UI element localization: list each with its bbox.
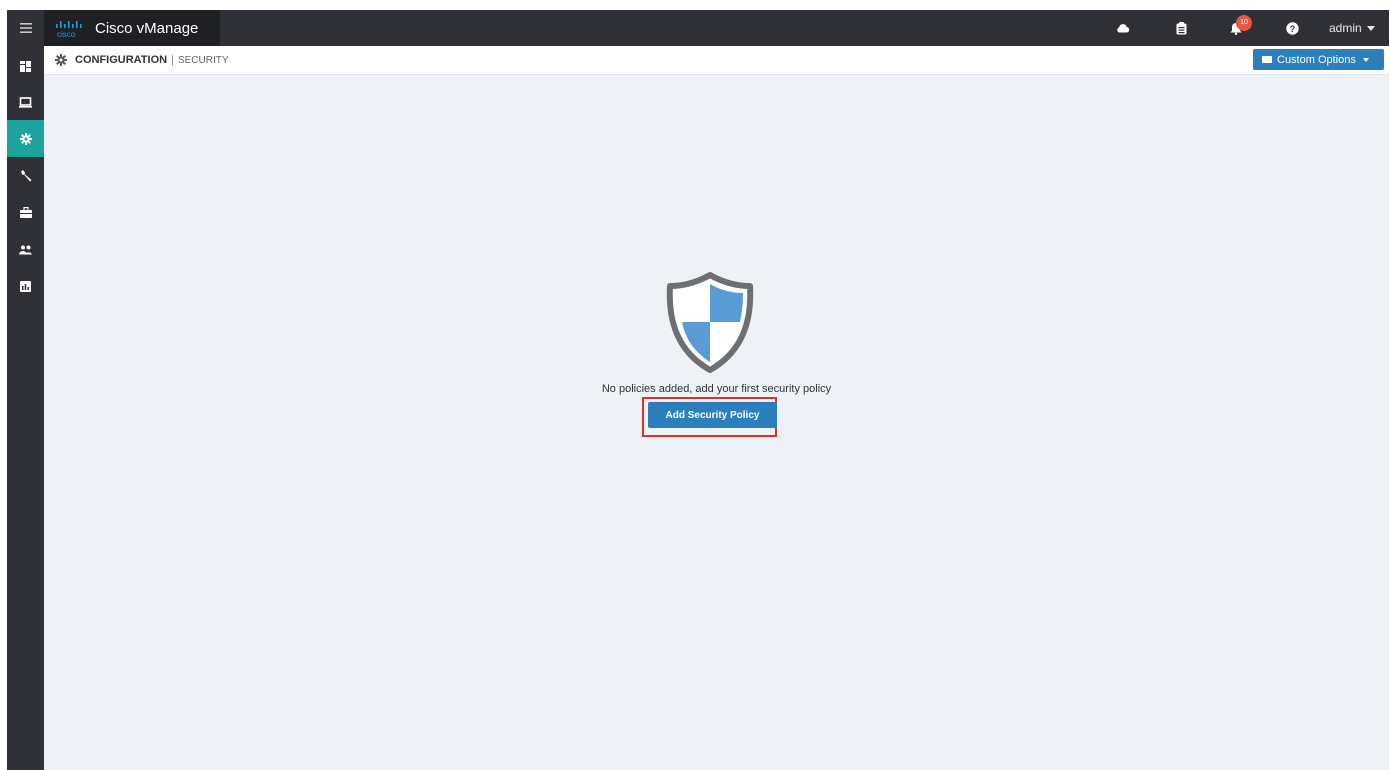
sidebar-item-administration[interactable] — [7, 231, 44, 268]
svg-text:cisco: cisco — [57, 30, 76, 39]
sidebar-item-tools[interactable] — [7, 157, 44, 194]
help-button[interactable]: ? — [1277, 10, 1307, 46]
menu-toggle-button[interactable] — [7, 10, 44, 46]
sidebar-item-monitor[interactable] — [7, 84, 44, 121]
gear-icon — [55, 54, 67, 66]
help-icon: ? — [1285, 21, 1299, 35]
wrench-icon — [20, 169, 31, 181]
sidebar-item-configuration[interactable] — [7, 120, 44, 157]
chevron-down-icon — [1366, 25, 1375, 31]
sidebar-item-maintenance[interactable] — [7, 194, 44, 231]
list-icon — [1262, 56, 1272, 63]
sidebar-item-analytics[interactable] — [7, 268, 44, 305]
top-bar: cisco Cisco vManage 10 ? admin — [7, 10, 1389, 46]
page-title: SECURITY — [177, 54, 229, 66]
breadcrumb: CONFIGURATION | SECURITY — [55, 46, 229, 74]
alarm-count-badge: 10 — [1236, 15, 1252, 31]
alarms-button[interactable]: 10 — [1221, 10, 1252, 46]
users-icon — [19, 245, 32, 254]
brand[interactable]: cisco Cisco vManage — [44, 10, 220, 46]
page-header: CONFIGURATION | SECURITY Custom Options — [44, 46, 1389, 75]
custom-options-button[interactable]: Custom Options — [1253, 49, 1384, 70]
app-title: Cisco vManage — [95, 19, 199, 37]
monitor-icon — [19, 97, 32, 108]
sidebar-item-dashboard[interactable] — [7, 48, 44, 85]
breadcrumb-section: CONFIGURATION — [75, 54, 168, 66]
chevron-down-icon — [1362, 57, 1369, 62]
username: admin — [1329, 21, 1362, 35]
briefcase-icon — [19, 207, 32, 218]
gear-icon — [19, 132, 32, 145]
shield-icon — [666, 272, 754, 373]
empty-state-message: No policies added, add your first securi… — [601, 383, 832, 395]
sidebar — [7, 46, 44, 770]
tasks-button[interactable] — [1166, 10, 1196, 46]
cloud-icon — [1117, 24, 1130, 33]
app-window: cisco Cisco vManage 10 ? admin CONFIGURA… — [7, 10, 1389, 770]
empty-state: No policies added, add your first securi… — [44, 75, 1389, 770]
cloud-button[interactable] — [1108, 10, 1138, 46]
svg-text:?: ? — [1289, 24, 1295, 34]
dashboard-icon — [20, 61, 31, 72]
hamburger-icon — [19, 23, 32, 33]
add-security-policy-button[interactable]: Add Security Policy — [648, 402, 777, 428]
user-menu[interactable]: admin — [1329, 10, 1375, 46]
custom-options-label: Custom Options — [1277, 53, 1356, 66]
chart-icon — [20, 281, 31, 292]
cisco-logo: cisco — [56, 21, 82, 39]
clipboard-icon — [1176, 21, 1186, 34]
breadcrumb-separator: | — [171, 54, 174, 66]
